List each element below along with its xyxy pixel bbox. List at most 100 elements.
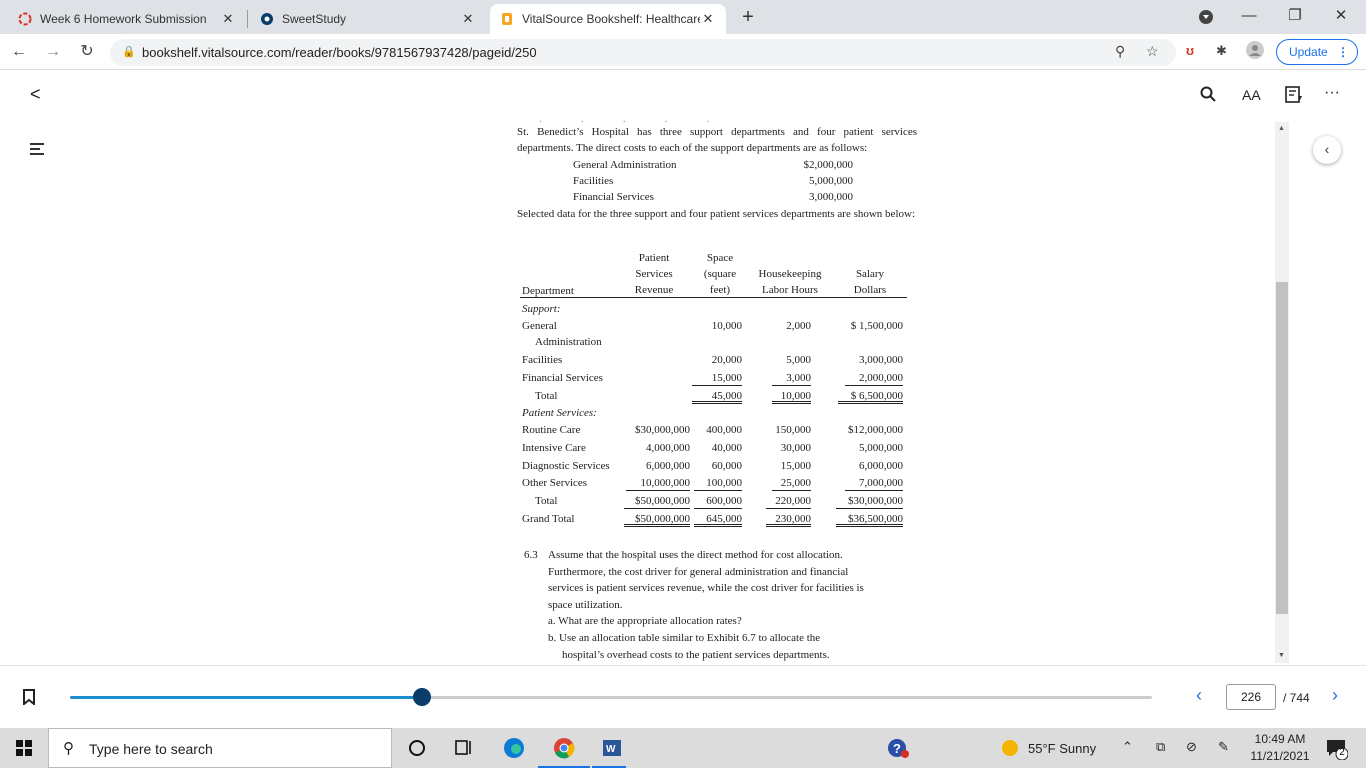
edge-icon[interactable] — [502, 736, 526, 760]
page-slider[interactable] — [70, 688, 1152, 706]
reload-icon[interactable]: ↻ — [76, 41, 98, 63]
question-line: Assume that the hospital uses the direct… — [548, 549, 843, 561]
weather-sun-icon — [998, 736, 1022, 760]
search-icon[interactable] — [1200, 86, 1216, 107]
scroll-up-icon[interactable]: ▲ — [1278, 125, 1285, 132]
reader-back-button[interactable]: < — [30, 84, 41, 105]
cell-salary: $36,500,000 — [836, 511, 903, 527]
header-housekeeping: Housekeeping Labor Hours — [758, 268, 822, 296]
word-icon[interactable]: W — [600, 736, 624, 760]
direct-cost-row: General Administration $2,000,000 — [573, 159, 853, 171]
direct-cost-row: Facilities 5,000,000 — [573, 175, 853, 187]
header-salary: Salary Dollars — [853, 268, 887, 296]
help-icon[interactable]: ? — [886, 736, 910, 760]
cell-salary: 7,000,000 — [845, 475, 903, 491]
cell-hours: 25,000 — [772, 475, 811, 491]
url-bar[interactable]: 🔒 bookshelf.vitalsource.com/reader/books… — [110, 39, 1176, 66]
row-dept: Other Services — [522, 477, 588, 489]
chrome-icon[interactable] — [552, 736, 576, 760]
task-view-icon[interactable] — [452, 736, 476, 760]
cortana-icon[interactable] — [405, 736, 429, 760]
more-options-button[interactable]: ··· — [1324, 84, 1340, 102]
sweetstudy-icon — [260, 12, 274, 26]
page-number-input[interactable]: 226 — [1226, 684, 1276, 710]
vitalsource-icon — [500, 12, 514, 26]
tab-strip: Week 6 Homework Submission ✕ SweetStudy … — [0, 0, 1366, 34]
scroll-thumb[interactable] — [1276, 282, 1288, 614]
extension-icon[interactable]: ʊ — [1186, 43, 1194, 58]
row-dept: Diagnostic Services — [522, 460, 610, 472]
taskbar-search-input[interactable]: ⚲ Type here to search — [48, 728, 392, 768]
windows-start-icon[interactable] — [16, 740, 32, 761]
question-line: Furthermore, the cost driver for general… — [548, 565, 849, 578]
row-dept-cont: Administration — [535, 336, 602, 348]
cell-hours: 3,000 — [772, 370, 811, 386]
weather-text[interactable]: 55°F Sunny — [1028, 741, 1096, 756]
close-icon[interactable]: ✕ — [700, 11, 716, 27]
tab-vitalsource[interactable]: VitalSource Bookshelf: Healthcare ✕ — [490, 4, 726, 34]
collapse-panel-button[interactable]: ‹ — [1313, 136, 1341, 164]
notification-icon[interactable]: 2 — [1324, 736, 1349, 761]
scroll-down-icon[interactable]: ▼ — [1278, 652, 1285, 659]
row-dept: Intensive Care — [522, 442, 586, 454]
cell-space: 60,000 — [711, 460, 742, 472]
update-button[interactable]: Update ⋮ — [1276, 39, 1358, 65]
cell-space: 645,000 — [694, 511, 742, 527]
page-slider-fill — [70, 696, 422, 699]
cell-revenue: 6,000,000 — [646, 460, 690, 472]
taskbar-clock[interactable]: 10:49 AM 11/21/2021 — [1248, 731, 1312, 765]
puzzle-icon[interactable]: ✱ — [1216, 43, 1227, 59]
network-icon[interactable]: ⧉ — [1156, 739, 1165, 755]
section-label-patient: Patient Services: — [522, 407, 597, 419]
minimize-icon[interactable]: — — [1226, 0, 1272, 34]
cell-space: 20,000 — [711, 354, 742, 366]
header-revenue: Patient Services Revenue — [634, 252, 674, 296]
header-rule — [520, 297, 907, 298]
page-slider-handle[interactable] — [412, 688, 431, 706]
row-dept: Grand Total — [522, 513, 575, 525]
new-tab-button[interactable]: + — [738, 6, 758, 28]
zoom-icon[interactable]: ⚲ — [1115, 43, 1125, 60]
profile-menu-icon[interactable] — [1186, 0, 1226, 34]
cell-hours: 5,000 — [786, 354, 811, 366]
cell-revenue: 4,000,000 — [646, 442, 690, 454]
close-icon[interactable]: ✕ — [460, 11, 476, 27]
cell-revenue: 10,000,000 — [626, 475, 690, 491]
star-icon[interactable]: ☆ — [1146, 43, 1159, 60]
page-total: / 744 — [1283, 691, 1310, 705]
cell-salary: $ 1,500,000 — [850, 320, 903, 332]
cell-salary: 5,000,000 — [859, 442, 903, 454]
tab-week6[interactable]: Week 6 Homework Submission ✕ — [8, 4, 246, 34]
back-arrow-icon[interactable]: ← — [8, 41, 30, 63]
question-line: space utilization. — [548, 598, 623, 611]
svg-text:W: W — [606, 744, 616, 755]
avatar[interactable] — [1246, 41, 1264, 62]
bookmark-icon[interactable] — [22, 689, 36, 710]
forward-arrow-icon[interactable]: → — [42, 41, 64, 63]
cell-hours: 15,000 — [780, 460, 811, 472]
cell-hours: 10,000 — [772, 388, 811, 404]
address-toolbar: ← → ↻ 🔒 bookshelf.vitalsource.com/reader… — [0, 34, 1366, 70]
cell-revenue: $50,000,000 — [624, 511, 690, 527]
next-page-button[interactable]: › — [1332, 685, 1338, 706]
pen-icon[interactable]: ✎ — [1218, 739, 1229, 755]
question-part-a: a. What are the appropriate allocation r… — [548, 615, 742, 627]
table-of-contents-icon[interactable] — [30, 140, 44, 161]
page-scrollbar[interactable]: ▲ ▼ — [1275, 122, 1289, 663]
lock-icon: 🔒 — [122, 46, 136, 58]
clock-time: 10:49 AM — [1254, 732, 1306, 746]
previous-page-button[interactable]: ‹ — [1196, 685, 1202, 706]
close-icon[interactable]: ✕ — [220, 11, 236, 27]
chevron-up-icon[interactable]: ⌃ — [1122, 739, 1133, 755]
search-placeholder: Type here to search — [89, 741, 213, 757]
cell-space: 45,000 — [692, 388, 742, 404]
tab-sweetstudy[interactable]: SweetStudy ✕ — [250, 4, 486, 34]
restore-icon[interactable]: ❐ — [1272, 0, 1318, 34]
close-window-icon[interactable]: ✕ — [1318, 0, 1364, 34]
notebook-icon[interactable] — [1285, 86, 1303, 109]
cell-salary: 2,000,000 — [845, 370, 903, 386]
text-size-button[interactable]: AA — [1242, 87, 1261, 103]
no-sync-icon[interactable]: ⊘ — [1186, 739, 1197, 755]
row-dept: Total — [535, 390, 558, 402]
book-page: -.-.-.-.-.- St. Benedict’s Hospital has … — [380, 120, 970, 665]
